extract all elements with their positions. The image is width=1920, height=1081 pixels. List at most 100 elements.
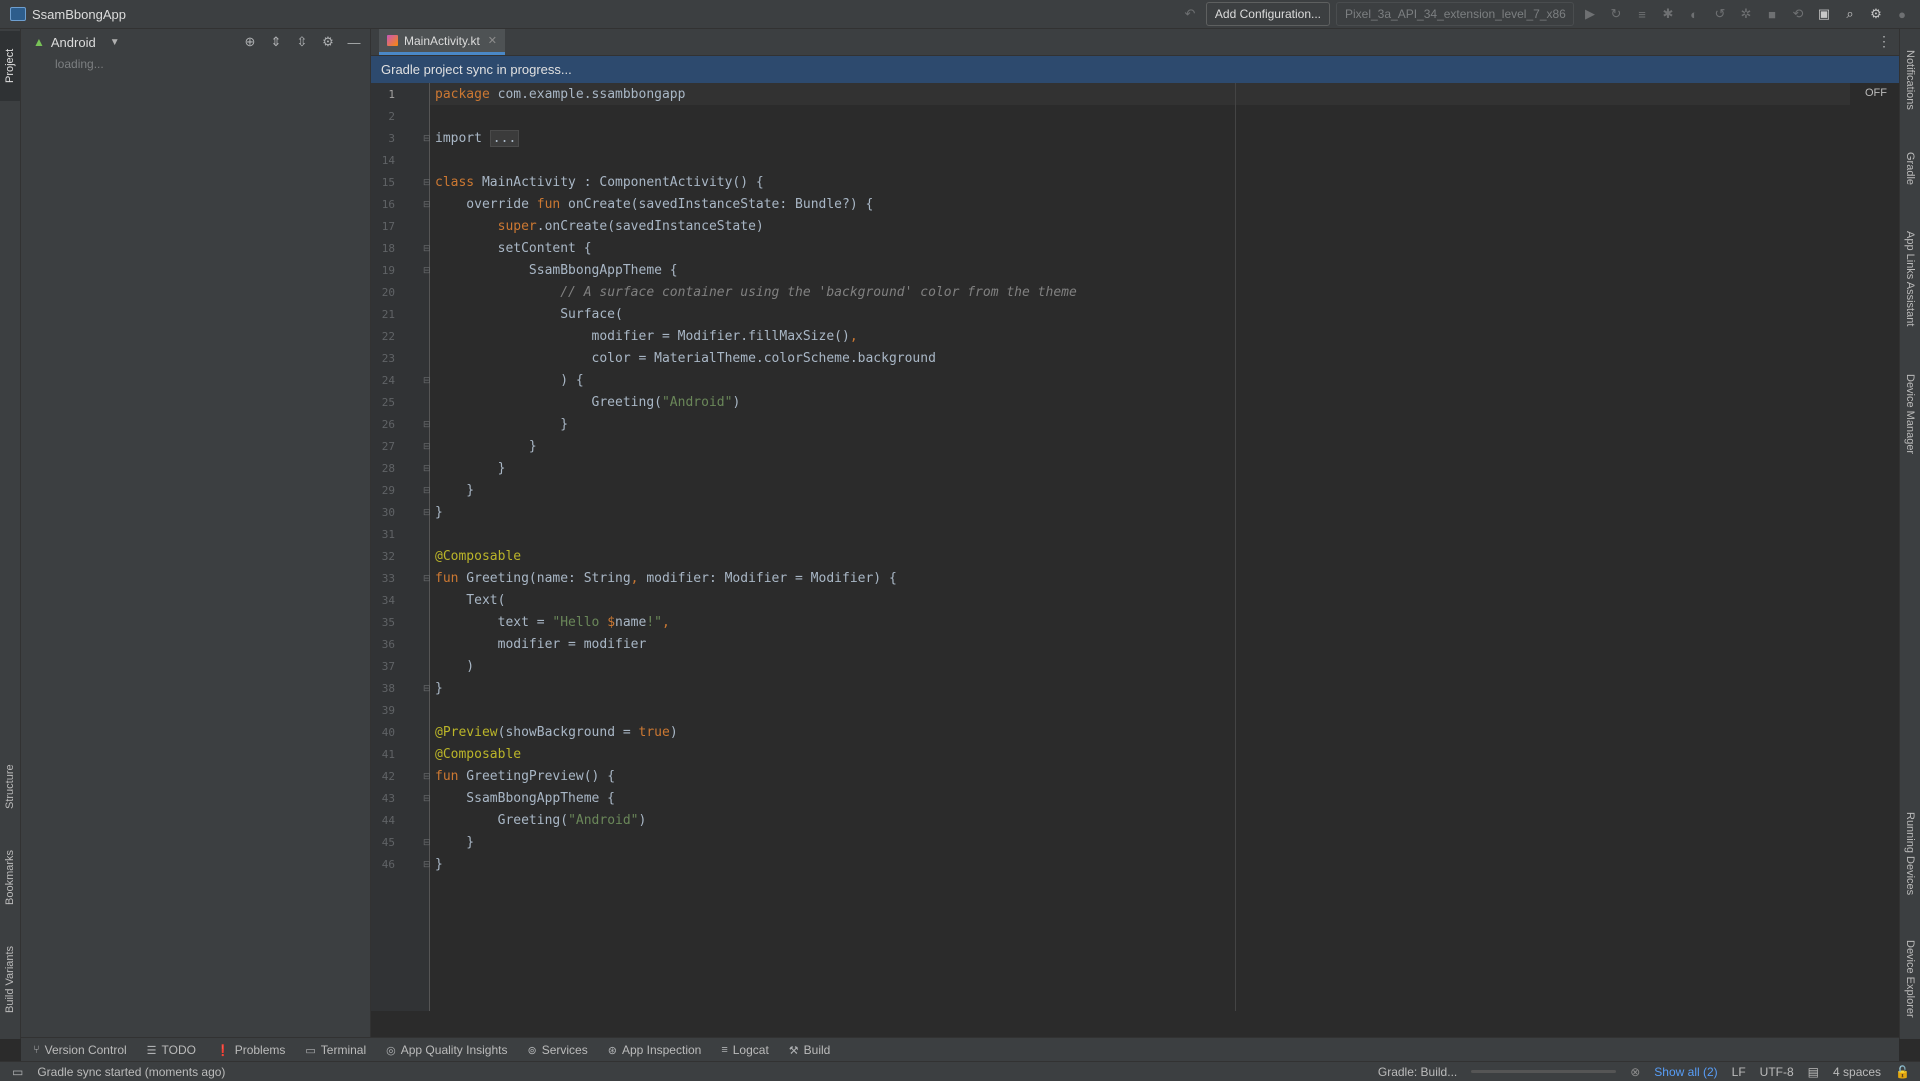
- status-toggle-icon[interactable]: ▭: [12, 1065, 23, 1079]
- fold-icon[interactable]: ⊟: [423, 837, 431, 848]
- fold-icon[interactable]: ⊟: [423, 177, 431, 188]
- code-line[interactable]: 39: [371, 699, 1771, 721]
- cancel-icon[interactable]: ⊗: [1630, 1065, 1640, 1079]
- hide-icon[interactable]: —: [344, 32, 364, 52]
- code-line[interactable]: 15 ⊟ class MainActivity : ComponentActivit…: [371, 171, 1771, 193]
- code-line[interactable]: 23 color = MaterialTheme.colorScheme.bac…: [371, 347, 1771, 369]
- device-manager-icon[interactable]: ▣: [1814, 4, 1834, 24]
- bottom-tab-terminal[interactable]: ▭ Terminal: [305, 1043, 366, 1057]
- locate-icon[interactable]: ⊕: [240, 32, 260, 52]
- code-line[interactable]: 1 package com.example.ssambbongapp: [371, 83, 1771, 105]
- code-line[interactable]: 24 ⊟ ) {: [371, 369, 1771, 391]
- code-line[interactable]: 19 ⊟ SsamBbongAppTheme {: [371, 259, 1771, 281]
- fold-icon[interactable]: ⊟: [423, 199, 431, 210]
- bottom-tab-build[interactable]: ⚒ Build: [789, 1043, 831, 1057]
- fold-icon[interactable]: ⊟: [423, 463, 431, 474]
- bottom-tab-app-inspection[interactable]: ⊛ App Inspection: [608, 1043, 702, 1057]
- code-line[interactable]: 46 ⊟}: [371, 853, 1771, 875]
- code-line[interactable]: 14: [371, 149, 1771, 171]
- apply-code-changes-icon[interactable]: ≡: [1632, 4, 1652, 24]
- code-line[interactable]: 26 ⊟ }: [371, 413, 1771, 435]
- bottom-tab-version-control[interactable]: ⑂ Version Control: [33, 1043, 127, 1057]
- code-line[interactable]: 43 ⊟ SsamBbongAppTheme {: [371, 787, 1771, 809]
- fold-icon[interactable]: ⊟: [423, 485, 431, 496]
- fold-icon[interactable]: ⊟: [423, 507, 431, 518]
- apply-changes-icon[interactable]: ↻: [1606, 4, 1626, 24]
- tab-structure[interactable]: Structure: [0, 747, 20, 827]
- code-line[interactable]: 18 ⊟ setContent {: [371, 237, 1771, 259]
- fold-icon[interactable]: ⊟: [423, 683, 431, 694]
- code-line[interactable]: 41 @Composable: [371, 743, 1771, 765]
- code-line[interactable]: 38 ⊟}: [371, 677, 1771, 699]
- device-selector[interactable]: Pixel_3a_API_34_extension_level_7_x86: [1336, 2, 1574, 26]
- gear-icon[interactable]: ⚙: [1866, 4, 1886, 24]
- more-icon[interactable]: ⋮: [1877, 33, 1891, 50]
- sync-gradle-icon[interactable]: ⟲: [1788, 4, 1808, 24]
- fold-icon[interactable]: ⊟: [423, 375, 431, 386]
- code-line[interactable]: 21 Surface(: [371, 303, 1771, 325]
- fold-icon[interactable]: ⊟: [423, 573, 431, 584]
- chevron-down-icon[interactable]: ▼: [110, 37, 120, 48]
- run-icon[interactable]: ▶: [1580, 4, 1600, 24]
- code-line[interactable]: 2: [371, 105, 1771, 127]
- code-line[interactable]: 17 super.onCreate(savedInstanceState): [371, 215, 1771, 237]
- indent-setting[interactable]: 4 spaces: [1833, 1065, 1881, 1079]
- code-line[interactable]: 45 ⊟ }: [371, 831, 1771, 853]
- fold-icon[interactable]: ⊟: [423, 265, 431, 276]
- expand-all-icon[interactable]: ⇕: [266, 32, 286, 52]
- stop-icon[interactable]: ■: [1762, 4, 1782, 24]
- coverage-icon[interactable]: ↺: [1710, 4, 1730, 24]
- fold-icon[interactable]: ⊟: [423, 419, 431, 430]
- code-line[interactable]: 40 @Preview(showBackground = true): [371, 721, 1771, 743]
- code-line[interactable]: 37 ): [371, 655, 1771, 677]
- tab-gradle[interactable]: Gradle: [1900, 139, 1920, 199]
- line-separator[interactable]: LF: [1732, 1065, 1746, 1079]
- debug-icon[interactable]: ✱: [1658, 4, 1678, 24]
- fold-icon[interactable]: ⊟: [423, 441, 431, 452]
- code-line[interactable]: 27 ⊟ }: [371, 435, 1771, 457]
- code-line[interactable]: 20 // A surface container using the 'bac…: [371, 281, 1771, 303]
- tab-app-links-assistant[interactable]: App Links Assistant: [1900, 219, 1920, 339]
- attach-debugger-icon[interactable]: ✲: [1736, 4, 1756, 24]
- tab-device-manager[interactable]: Device Manager: [1900, 359, 1920, 469]
- tab-mainactivity[interactable]: MainActivity.kt ✕: [379, 29, 506, 55]
- code-line[interactable]: 28 ⊟ }: [371, 457, 1771, 479]
- readonly-icon[interactable]: ▤: [1808, 1065, 1819, 1079]
- off-badge[interactable]: OFF: [1865, 87, 1887, 99]
- lock-icon[interactable]: 🔓: [1895, 1065, 1910, 1079]
- code-line[interactable]: 32 @Composable: [371, 545, 1771, 567]
- bottom-tab-app-quality-insights[interactable]: ◎ App Quality Insights: [386, 1043, 507, 1057]
- code-line[interactable]: 44 Greeting("Android"): [371, 809, 1771, 831]
- code-line[interactable]: 36 modifier = modifier: [371, 633, 1771, 655]
- fold-icon[interactable]: ⊟: [423, 771, 431, 782]
- tab-notifications[interactable]: Notifications: [1900, 35, 1920, 125]
- fold-icon[interactable]: ⊟: [423, 133, 431, 144]
- tab-device-explorer[interactable]: Device Explorer: [1900, 924, 1920, 1034]
- show-all-link[interactable]: Show all (2): [1654, 1065, 1717, 1079]
- close-icon[interactable]: ✕: [488, 34, 497, 47]
- tab-build-variants[interactable]: Build Variants: [0, 929, 20, 1029]
- code-line[interactable]: 30 ⊟}: [371, 501, 1771, 523]
- code-editor[interactable]: OFF 1 package com.example.ssambbongapp 2 3 ⊟…: [371, 83, 1899, 1011]
- vcs-back-icon[interactable]: ↶: [1180, 4, 1200, 24]
- fold-icon[interactable]: ⊟: [423, 243, 431, 254]
- fold-icon[interactable]: ⊟: [423, 859, 431, 870]
- bottom-tab-logcat[interactable]: ≡ Logcat: [721, 1043, 768, 1057]
- encoding[interactable]: UTF-8: [1760, 1065, 1794, 1079]
- code-line[interactable]: 25 Greeting("Android"): [371, 391, 1771, 413]
- tab-project[interactable]: Project: [0, 31, 20, 101]
- gradle-task[interactable]: Gradle: Build...: [1378, 1065, 1457, 1079]
- code-line[interactable]: 35 text = "Hello $name!",: [371, 611, 1771, 633]
- bottom-tab-todo[interactable]: ☰ TODO: [147, 1043, 196, 1057]
- search-icon[interactable]: ⌕: [1840, 4, 1860, 24]
- profile-icon[interactable]: ◐: [1684, 4, 1704, 24]
- collapse-all-icon[interactable]: ⇳: [292, 32, 312, 52]
- code-line[interactable]: 31: [371, 523, 1771, 545]
- tab-bookmarks[interactable]: Bookmarks: [0, 837, 20, 917]
- code-line[interactable]: 22 modifier = Modifier.fillMaxSize(),: [371, 325, 1771, 347]
- code-line[interactable]: 3 ⊟ import ...: [371, 127, 1771, 149]
- avatar[interactable]: ●: [1892, 4, 1912, 24]
- bottom-tab-problems[interactable]: ❗ Problems: [216, 1043, 285, 1057]
- code-line[interactable]: 34 Text(: [371, 589, 1771, 611]
- code-line[interactable]: 29 ⊟ }: [371, 479, 1771, 501]
